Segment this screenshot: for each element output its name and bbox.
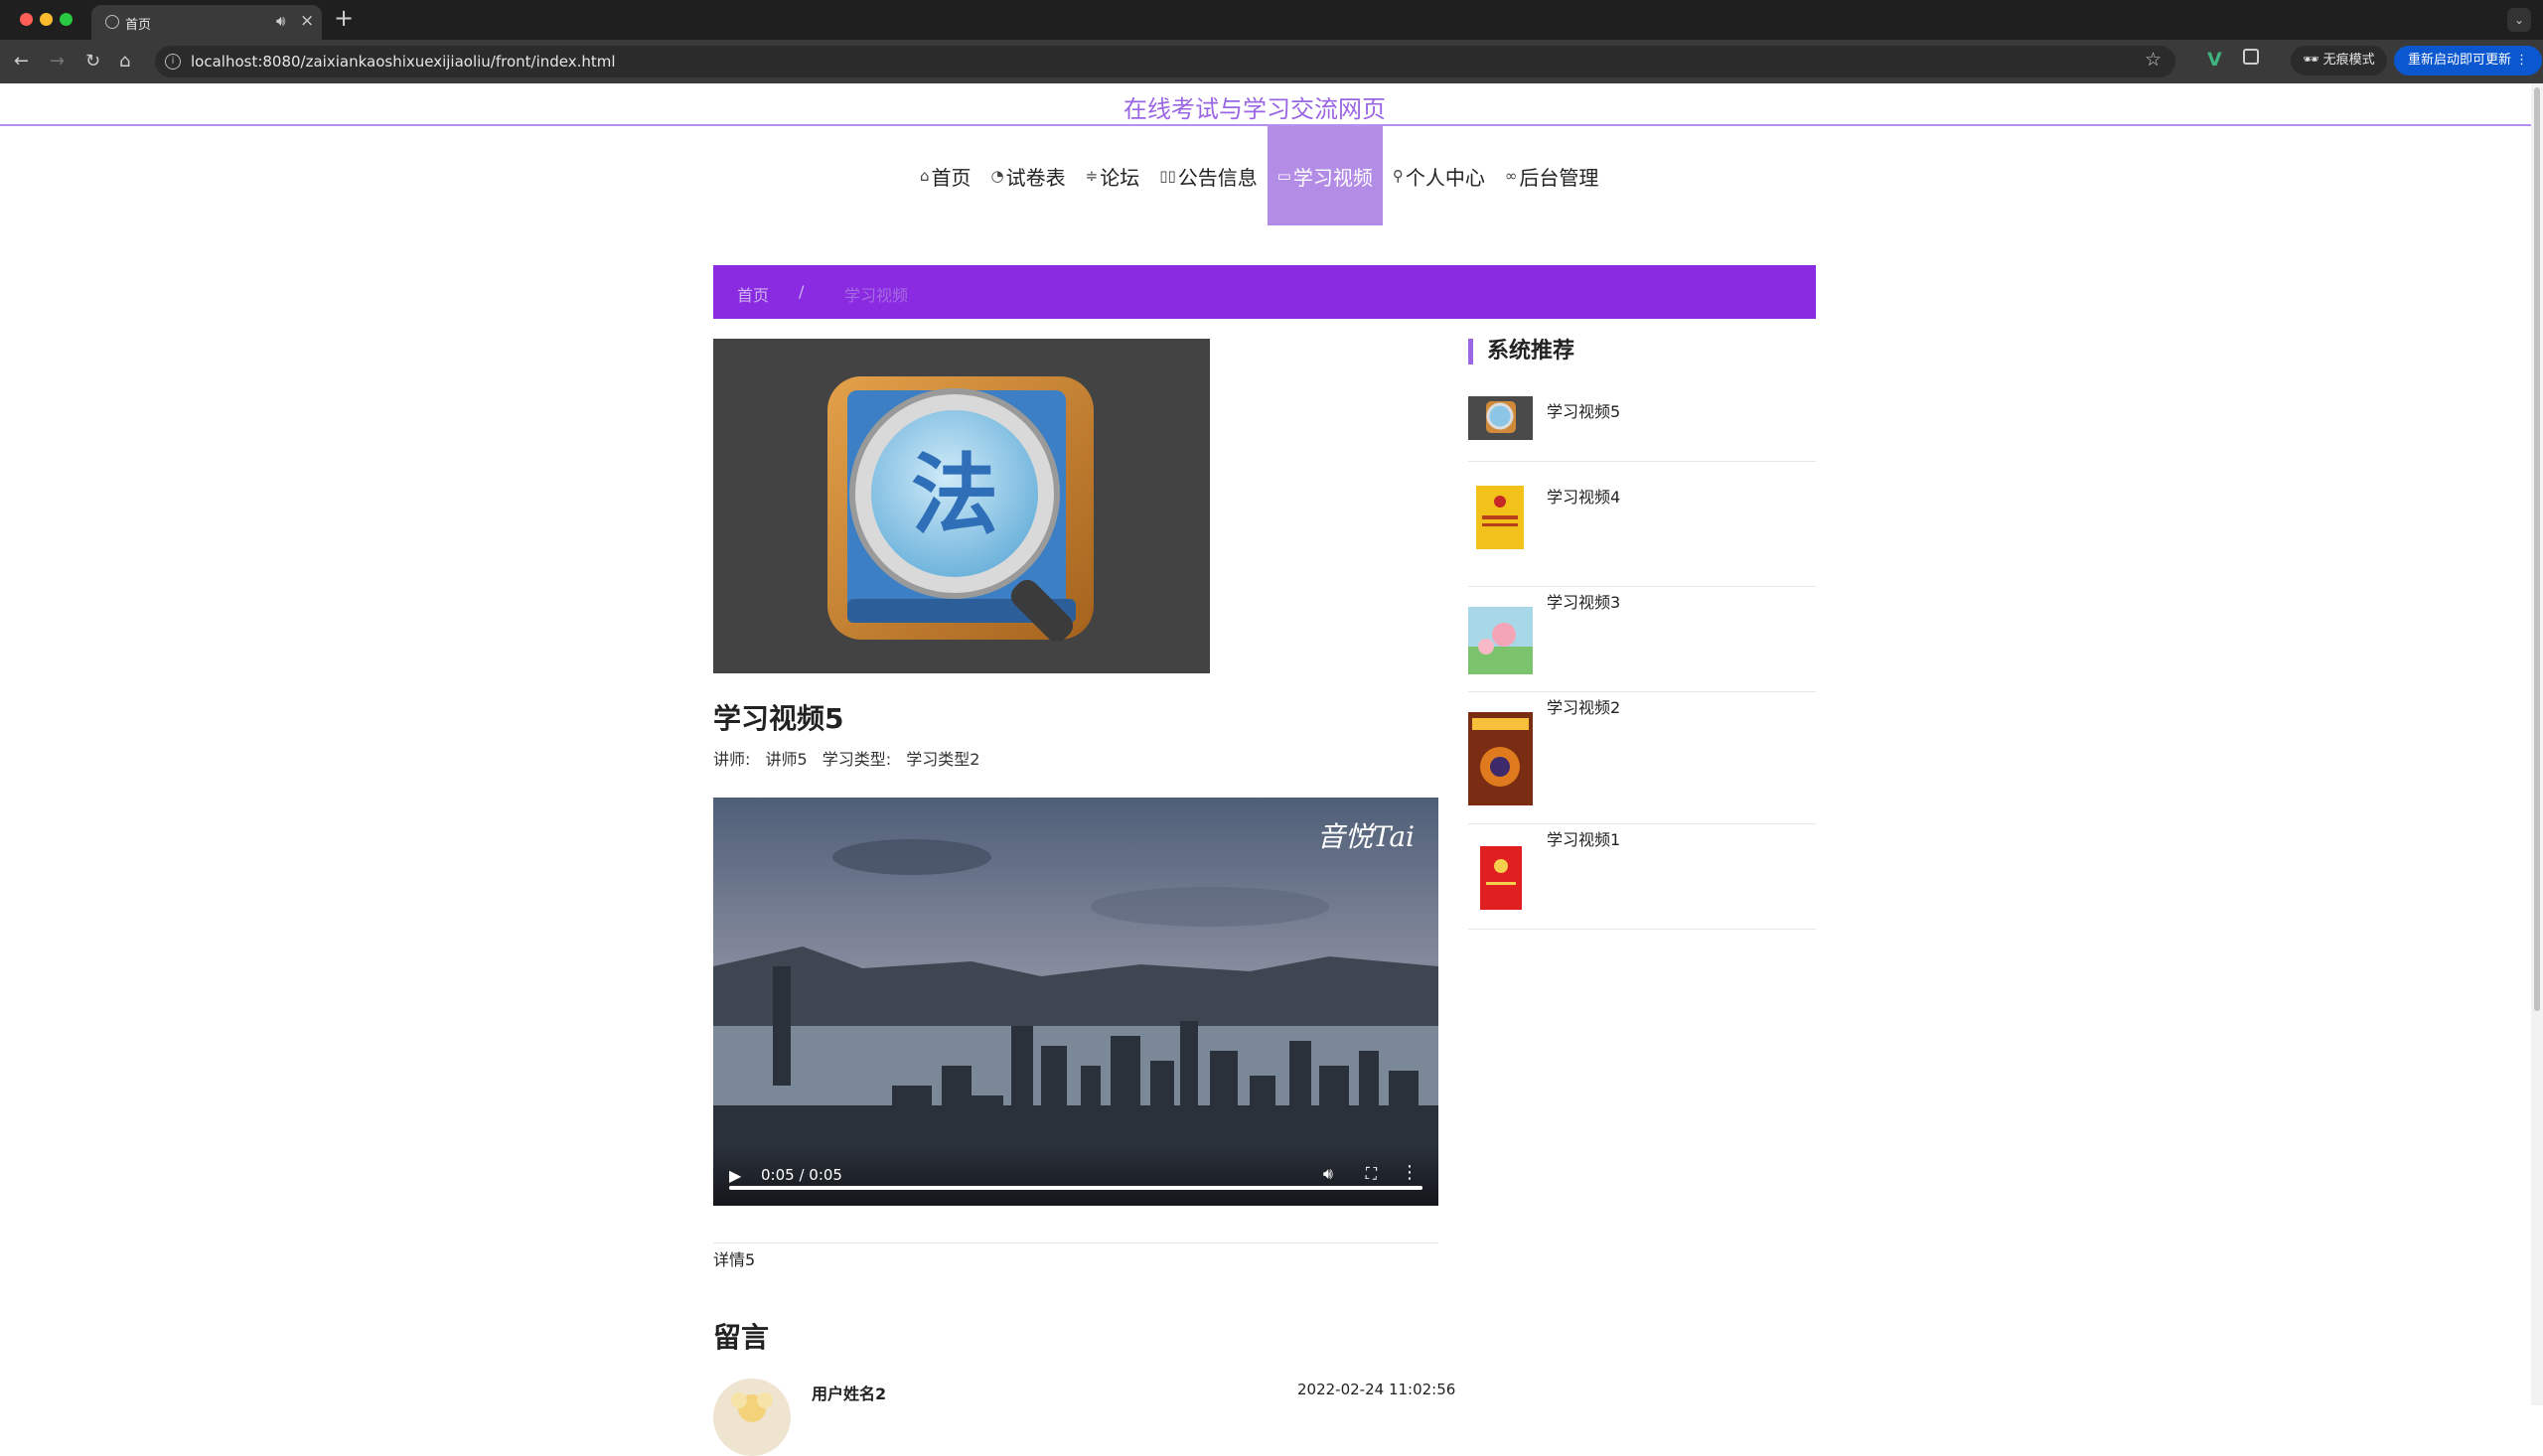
nav-item-label: 首页 — [931, 165, 972, 190]
volume-icon[interactable]: 🔊︎ — [1323, 1164, 1333, 1184]
teacher-value: 讲师5 — [765, 750, 808, 769]
nav-item-label: 后台管理 — [1519, 165, 1599, 190]
recommend-item-label: 学习视频3 — [1547, 593, 1621, 612]
video-title: 学习视频5 — [713, 702, 844, 735]
recommend-thumb-magnifier — [1468, 396, 1533, 440]
home-button-icon[interactable]: ⌂ — [119, 51, 130, 72]
nav-item-2[interactable]: ≑ 论坛 — [1076, 126, 1150, 225]
magnifier-law-icon: 法 — [827, 376, 1094, 643]
comment-time: 2022-02-24 11:02:56 — [1297, 1381, 1456, 1398]
browser-tab-bar: 首页 🔊︎ × + ⌄ — [0, 0, 2543, 40]
video-detail: 详情5 — [713, 1250, 756, 1269]
video-icon: ▭ — [1276, 167, 1291, 185]
type-label: 学习类型: — [822, 750, 892, 769]
back-arrow-icon[interactable]: ← — [14, 51, 29, 72]
nav-item-label: 公告信息 — [1177, 165, 1258, 190]
speaker-icon[interactable]: 🔊︎ — [276, 12, 285, 30]
breadcrumb-current: 学习视频 — [844, 286, 909, 305]
nav-item-4[interactable]: ▭ 学习视频 — [1267, 126, 1383, 225]
nav-item-label: 学习视频 — [1292, 165, 1373, 190]
incognito-badge[interactable]: 🕶︎ 无痕模式 — [2291, 46, 2387, 75]
relaunch-label: 重新启动即可更新 — [2408, 53, 2512, 68]
breadcrumb-home[interactable]: 首页 — [737, 282, 769, 306]
nav-item-6[interactable]: ∞ 后台管理 — [1495, 126, 1609, 225]
tab-title: 首页 — [125, 18, 152, 33]
address-url: localhost:8080/zaixiankaoshixuexijiaoliu… — [191, 53, 616, 71]
recommend-thumb-yellow-book — [1468, 482, 1533, 553]
nav-item-label: 论坛 — [1100, 165, 1140, 190]
breadcrumb: 首页 / 学习视频 — [713, 265, 1816, 319]
window-minimize-button[interactable] — [40, 13, 53, 26]
video-watermark: 音悦Tai — [1316, 820, 1415, 853]
new-tab-button[interactable]: + — [334, 4, 354, 32]
nav-item-label: 试卷表 — [1005, 165, 1066, 190]
user-icon: ⚲ — [1392, 167, 1404, 185]
page-scrollbar[interactable] — [2531, 83, 2543, 1405]
incognito-label: 无痕模式 — [2322, 53, 2375, 68]
recommend-item-label: 学习视频1 — [1547, 830, 1621, 849]
recommend-item-label: 学习视频5 — [1547, 402, 1621, 421]
address-bar[interactable]: i localhost:8080/zaixiankaoshixuexijiaol… — [155, 46, 2175, 77]
breadcrumb-separator: / — [799, 282, 805, 301]
video-meta: 讲师: 讲师5 学习类型: 学习类型2 — [713, 746, 989, 770]
video-frame-skyline — [713, 798, 1438, 1206]
main-nav: ⌂ 首页 ◔ 试卷表 ≑ 论坛 ▯▯ 公告信息 ▭ 学习视频 ⚲ 个人中心 ∞ 后台管理 — [910, 126, 1608, 225]
scrollbar-thumb[interactable] — [2534, 87, 2540, 1011]
nav-item-3[interactable]: ▯▯ 公告信息 — [1149, 126, 1268, 225]
video-player[interactable]: 音悦Tai ▶ 0:05 / 0:05 🔊︎ ⛶ ⋮ — [713, 798, 1438, 1206]
recommend-item[interactable]: 学习视频1 — [1468, 824, 1816, 930]
extensions-puzzle-icon[interactable] — [2243, 49, 2259, 65]
recommend-thumb-red-book — [1468, 844, 1533, 912]
bookmark-star-icon[interactable]: ☆ — [2145, 49, 2162, 71]
nav-item-0[interactable]: ⌂ 首页 — [910, 126, 981, 225]
comments-heading: 留言 — [713, 1321, 770, 1354]
avatar — [713, 1379, 791, 1456]
browser-tab[interactable]: 首页 🔊︎ × — [91, 5, 322, 40]
gauge-icon: ◔ — [990, 167, 1004, 185]
recommend-item[interactable]: 学习视频4 — [1468, 482, 1816, 587]
video-time: 0:05 / 0:05 — [761, 1166, 842, 1184]
globe-icon — [105, 15, 119, 29]
type-value: 学习类型2 — [906, 750, 980, 769]
recommend-thumb-cartoon-book — [1468, 607, 1533, 674]
vue-devtools-icon[interactable]: V — [2207, 49, 2222, 71]
browser-toolbar: ← → ↻ ⌂ i localhost:8080/zaixiankaoshixu… — [0, 40, 2543, 83]
recommend-item[interactable]: 学习视频5 — [1468, 396, 1816, 462]
video-progress-fill — [729, 1186, 1422, 1190]
recommend-title: 系统推荐 — [1468, 339, 1574, 364]
recommend-item[interactable]: 学习视频3 — [1468, 587, 1816, 692]
more-options-icon[interactable]: ⋮ — [1401, 1162, 1419, 1183]
reload-icon[interactable]: ↻ — [85, 51, 100, 72]
home-icon: ⌂ — [920, 167, 930, 185]
nav-item-5[interactable]: ⚲ 个人中心 — [1383, 126, 1495, 225]
window-close-button[interactable] — [20, 13, 33, 26]
sliders-icon: ≑ — [1085, 167, 1099, 185]
fullscreen-icon[interactable]: ⛶ — [1366, 1164, 1377, 1184]
recommend-item[interactable]: 学习视频2 — [1468, 692, 1816, 824]
recommend-item-label: 学习视频4 — [1547, 488, 1621, 507]
flower-avatar-image — [731, 1392, 773, 1422]
recommend-item-label: 学习视频2 — [1547, 698, 1621, 717]
forward-arrow-icon[interactable]: → — [50, 51, 65, 72]
relaunch-update-button[interactable]: 重新启动即可更新 ⋮ — [2394, 46, 2543, 75]
nav-item-label: 个人中心 — [1405, 165, 1485, 190]
close-tab-icon[interactable]: × — [300, 11, 314, 31]
video-progress-bar[interactable] — [729, 1186, 1422, 1190]
recommend-list: 学习视频5 学习视频4 学习视频3 学习视频2 学习视频1 — [1468, 396, 1816, 930]
detail-divider — [713, 1242, 1438, 1243]
recommend-thumb-magazine — [1468, 712, 1533, 805]
bookmarks-icon: ▯▯ — [1159, 167, 1176, 185]
site-info-icon[interactable]: i — [165, 54, 181, 70]
play-icon[interactable]: ▶ — [729, 1166, 741, 1185]
window-zoom-button[interactable] — [60, 13, 73, 26]
tab-search-chevron-icon[interactable]: ⌄ — [2507, 8, 2531, 32]
teacher-label: 讲师: — [713, 750, 751, 769]
svg-text:法: 法 — [911, 444, 998, 546]
link-icon: ∞ — [1504, 167, 1518, 185]
video-cover-image: 法 — [713, 339, 1210, 673]
video-controls: ▶ 0:05 / 0:05 🔊︎ ⛶ ⋮ — [713, 1146, 1438, 1206]
comment-user: 用户姓名2 — [812, 1384, 887, 1403]
site-title: 在线考试与学习交流网页 — [1123, 95, 1386, 123]
nav-item-1[interactable]: ◔ 试卷表 — [981, 126, 1076, 225]
